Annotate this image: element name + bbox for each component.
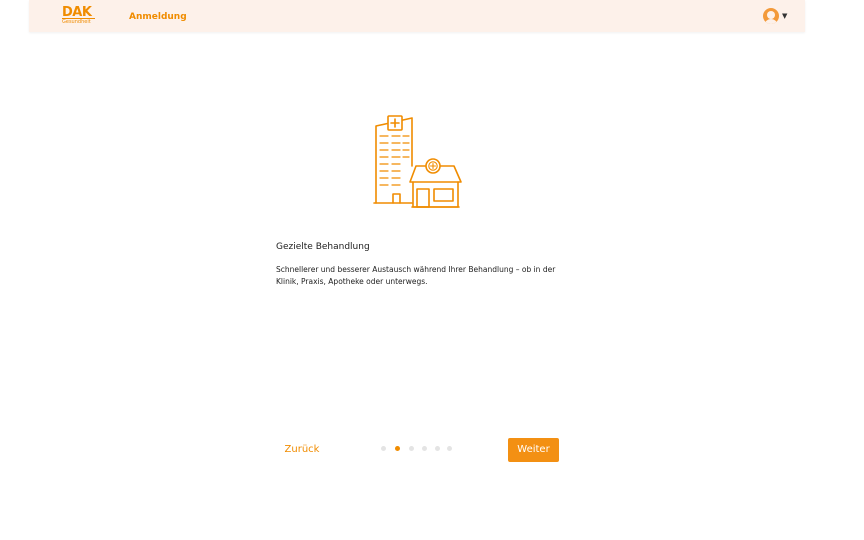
pagination-dot-2[interactable] (395, 446, 400, 451)
chevron-down-icon: ▼ (782, 12, 788, 20)
nav-anmeldung[interactable]: Anmeldung (129, 10, 187, 24)
back-button[interactable]: Zurück (280, 441, 324, 459)
profile-menu[interactable]: ▼ (763, 7, 793, 25)
pagination-dot-3[interactable] (409, 446, 414, 451)
hospital-and-pharmacy-icon (373, 115, 462, 208)
pagination-dots (381, 446, 455, 454)
pagination-dot-5[interactable] (435, 446, 440, 451)
top-header: DAK Gesundheit Anmeldung ▼ (29, 0, 805, 32)
pagination-dot-6[interactable] (447, 446, 452, 451)
next-button[interactable]: Weiter (508, 438, 559, 462)
pagination-dot-4[interactable] (422, 446, 427, 451)
pagination-dot-1[interactable] (381, 446, 386, 451)
logo-subtitle: Gesundheit (62, 19, 91, 25)
dak-logo[interactable]: DAK Gesundheit (62, 6, 96, 26)
slide-title: Gezielte Behandlung (276, 242, 370, 252)
slide-description: Schnellerer und besserer Austausch währe… (276, 265, 556, 286)
user-avatar-icon (763, 8, 779, 24)
